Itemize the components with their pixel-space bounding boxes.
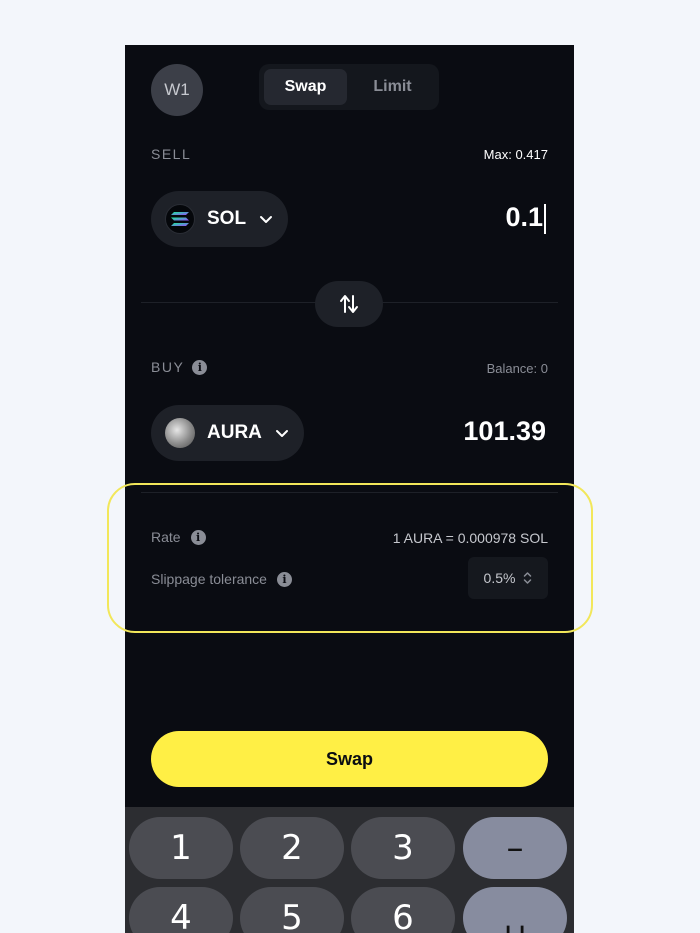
aura-token-icon	[165, 418, 195, 448]
sell-label: SELL	[151, 146, 191, 162]
key-2[interactable]: 2	[240, 817, 344, 879]
buy-label: BUY i	[151, 359, 208, 375]
swap-button[interactable]: Swap	[151, 731, 548, 787]
sell-amount-input[interactable]: 0.1	[505, 202, 546, 234]
sol-token-icon	[165, 204, 195, 234]
buy-token-selector[interactable]: AURA	[151, 405, 304, 461]
key-space[interactable]: ␣	[463, 887, 567, 933]
sell-token-selector[interactable]: SOL	[151, 191, 289, 247]
key-6[interactable]: 6	[351, 887, 455, 933]
buy-balance: Balance: 0	[486, 361, 548, 376]
buy-label-text: BUY	[151, 359, 185, 375]
sell-amount-value: 0.1	[505, 202, 543, 232]
key-minus[interactable]: –	[463, 817, 567, 879]
chevron-down-icon	[275, 430, 288, 437]
swap-arrows-icon	[340, 295, 358, 313]
switch-direction-button[interactable]	[315, 281, 383, 327]
mode-tabs: Swap Limit	[259, 64, 439, 110]
tab-swap[interactable]: Swap	[264, 69, 347, 105]
key-5[interactable]: 5	[240, 887, 344, 933]
info-icon[interactable]: i	[192, 359, 208, 375]
key-4[interactable]: 4	[129, 887, 233, 933]
chevron-down-icon	[260, 216, 273, 223]
tab-limit[interactable]: Limit	[351, 69, 434, 105]
text-cursor	[544, 203, 546, 234]
sell-token-symbol: SOL	[207, 208, 247, 229]
key-1[interactable]: 1	[129, 817, 233, 879]
buy-token-symbol: AURA	[207, 422, 262, 443]
wallet-avatar[interactable]: W1	[151, 64, 203, 116]
buy-amount: 101.39	[463, 416, 546, 446]
numeric-keyboard: 1 2 3 – 4 5 6 ␣	[125, 807, 574, 933]
key-3[interactable]: 3	[351, 817, 455, 879]
details-highlight	[107, 483, 593, 633]
sell-label-text: SELL	[151, 146, 192, 162]
max-balance[interactable]: Max: 0.417	[484, 147, 548, 162]
